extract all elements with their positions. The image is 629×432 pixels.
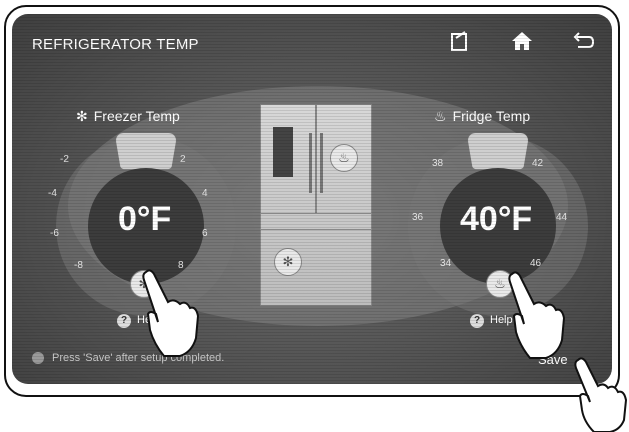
info-icon (32, 352, 44, 365)
memo-icon[interactable] (447, 28, 473, 54)
fridge-tick: 36 (412, 212, 424, 223)
freezer-tick: -4 (48, 188, 57, 199)
drawer-line (261, 229, 371, 230)
drawer-line (261, 213, 371, 214)
fridge-tick: 46 (530, 258, 542, 269)
pointing-hand-icon (142, 269, 200, 357)
fridge-tick: 44 (556, 212, 568, 223)
fridge-temp-value: 40°F (460, 200, 533, 238)
top-bar: REFRIGERATOR TEMP (12, 14, 612, 54)
fridge-tick: 34 (440, 258, 452, 269)
freezer-tick: -6 (50, 228, 59, 239)
water-drop-icon: ♨ (494, 276, 506, 291)
snowflake-icon: ✻ (282, 254, 294, 269)
freezer-tick: 6 (202, 228, 208, 239)
freezer-tick: -8 (74, 260, 83, 271)
home-icon[interactable] (509, 28, 535, 54)
freezer-zone-icon: ✻ (274, 248, 302, 276)
page-title: REFRIGERATOR TEMP (32, 36, 199, 53)
fridge-tick: 42 (532, 158, 544, 169)
door-handle (309, 133, 312, 193)
freezer-tick: 4 (202, 188, 208, 199)
door-split (315, 105, 317, 213)
fridge-tick: 38 (432, 158, 444, 169)
water-dispenser (273, 127, 293, 177)
pointing-hand-icon (574, 357, 628, 432)
fridge-temp-label-text: Fridge Temp (452, 108, 531, 124)
freezer-dial-indicator (114, 132, 178, 170)
help-icon: ? (470, 314, 484, 328)
freezer-temp-label: ✻ Freezer Temp (76, 108, 180, 125)
snowflake-icon: ✻ (76, 108, 88, 124)
pointing-hand-icon (508, 271, 566, 359)
water-drop-icon: ♨ (338, 150, 350, 165)
freezer-temp-label-text: Freezer Temp (93, 108, 180, 124)
back-icon[interactable] (570, 28, 596, 54)
fridge-dial-indicator (466, 132, 530, 170)
fridge-zone-icon: ♨ (330, 144, 358, 172)
fridge-temp-label: ♨ Fridge Temp (434, 108, 530, 125)
freezer-tick: 2 (180, 154, 186, 165)
freezer-temp-value: 0°F (118, 200, 172, 238)
refrigerator-image (260, 104, 372, 306)
door-handle (320, 133, 323, 193)
help-icon: ? (117, 314, 131, 328)
water-drop-icon: ♨ (434, 108, 447, 124)
freezer-tick: -2 (60, 154, 69, 165)
